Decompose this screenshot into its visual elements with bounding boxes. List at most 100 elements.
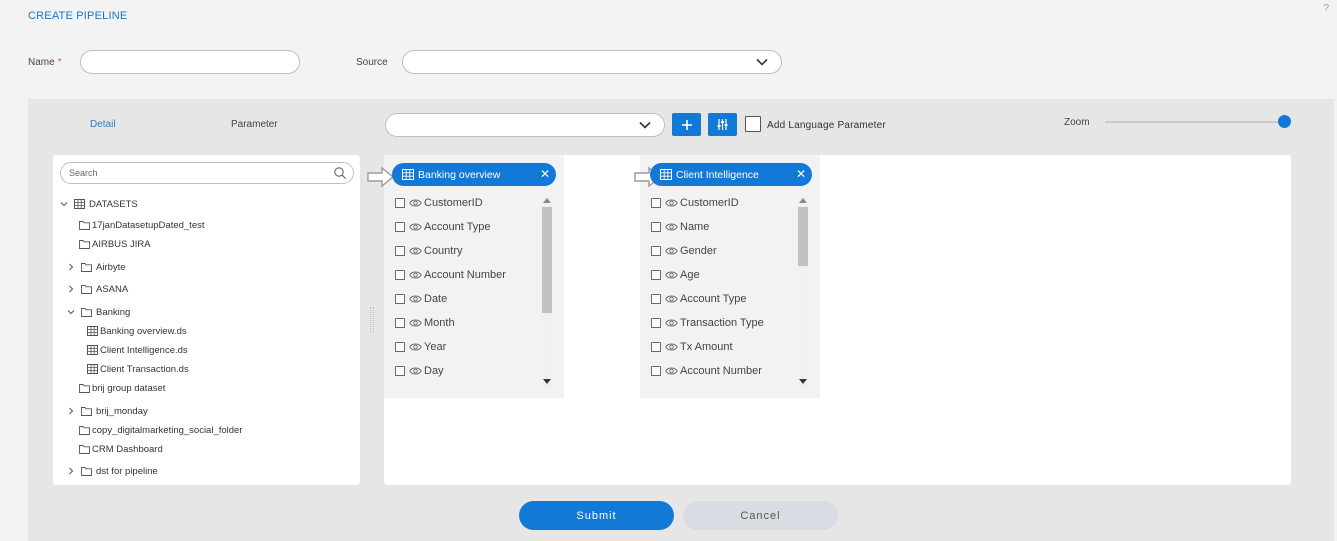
- close-icon[interactable]: ✕: [540, 167, 550, 181]
- eye-icon[interactable]: [665, 198, 678, 208]
- parameter-settings-button[interactable]: [708, 113, 737, 136]
- scroll-up-icon[interactable]: [543, 198, 551, 203]
- chevron-down-icon[interactable]: [66, 307, 76, 317]
- required-mark: *: [57, 57, 62, 68]
- field-checkbox[interactable]: [651, 318, 661, 328]
- field-checkbox[interactable]: [651, 270, 661, 280]
- search-input[interactable]: Search: [60, 162, 354, 184]
- field-checkbox[interactable]: [395, 222, 405, 232]
- field-checkbox[interactable]: [651, 366, 661, 376]
- eye-icon[interactable]: [409, 342, 422, 352]
- eye-icon[interactable]: [409, 198, 422, 208]
- field-checkbox[interactable]: [395, 246, 405, 256]
- tab-parameter[interactable]: Parameter: [231, 119, 278, 130]
- field-checkbox[interactable]: [395, 366, 405, 376]
- chevron-right-icon[interactable]: [66, 284, 76, 294]
- dataset-field[interactable]: Year: [395, 335, 540, 359]
- eye-icon[interactable]: [665, 222, 678, 232]
- eye-icon[interactable]: [409, 318, 422, 328]
- dataset-node-header[interactable]: Banking overview ✕: [392, 163, 556, 186]
- resize-handle[interactable]: [370, 307, 374, 333]
- field-checkbox[interactable]: [395, 270, 405, 280]
- close-icon[interactable]: ✕: [796, 167, 806, 181]
- eye-icon[interactable]: [665, 342, 678, 352]
- scroll-down-icon[interactable]: [543, 379, 551, 384]
- cancel-button[interactable]: Cancel: [683, 501, 838, 530]
- dataset-field[interactable]: CustomerID: [651, 191, 796, 215]
- page-title: CREATE PIPELINE: [28, 10, 128, 22]
- dataset-field[interactable]: Country: [395, 239, 540, 263]
- dataset-field[interactable]: Month: [395, 311, 540, 335]
- tree-dataset-item[interactable]: Banking overview.ds: [87, 324, 187, 338]
- add-parameter-button[interactable]: [672, 113, 701, 136]
- name-input[interactable]: [80, 50, 300, 74]
- tree-folder-item[interactable]: AIRBUS JIRA: [79, 237, 151, 251]
- eye-icon[interactable]: [409, 222, 422, 232]
- field-checkbox[interactable]: [395, 342, 405, 352]
- eye-icon[interactable]: [665, 294, 678, 304]
- dataset-field[interactable]: Account Type: [651, 287, 796, 311]
- dataset-field[interactable]: Age: [651, 263, 796, 287]
- dataset-field[interactable]: Transaction Type: [651, 311, 796, 335]
- field-checkbox[interactable]: [395, 294, 405, 304]
- dataset-field[interactable]: CustomerID: [395, 191, 540, 215]
- submit-button[interactable]: Submit: [519, 501, 674, 530]
- source-select[interactable]: [402, 50, 782, 74]
- field-label: Transaction Type: [680, 317, 764, 329]
- eye-icon[interactable]: [665, 318, 678, 328]
- field-checkbox[interactable]: [651, 198, 661, 208]
- scrollbar-thumb[interactable]: [798, 207, 808, 266]
- tree-folder-item[interactable]: Airbyte: [66, 260, 126, 274]
- tree-folder-item[interactable]: Banking: [66, 305, 130, 319]
- parameter-select[interactable]: [385, 113, 665, 137]
- chevron-right-icon[interactable]: [66, 406, 76, 416]
- tree-dataset-item[interactable]: Client Transaction.ds: [87, 362, 189, 376]
- tree-folder-item[interactable]: brij_monday: [66, 404, 148, 418]
- dataset-node-header[interactable]: Client Intelligence ✕: [650, 163, 812, 186]
- dataset-field[interactable]: Tx Amount: [651, 335, 796, 359]
- scroll-down-icon[interactable]: [799, 379, 807, 384]
- field-checkbox[interactable]: [395, 318, 405, 328]
- eye-icon[interactable]: [665, 246, 678, 256]
- eye-icon[interactable]: [409, 270, 422, 280]
- tree-folder-item[interactable]: copy_digitalmarketing_social_folder: [79, 423, 243, 437]
- tree-item-label: Airbyte: [96, 261, 126, 273]
- chevron-right-icon[interactable]: [66, 466, 76, 476]
- help-icon[interactable]: ?: [1323, 3, 1329, 14]
- tree-item-label: Client Transaction.ds: [100, 363, 189, 375]
- eye-icon[interactable]: [409, 294, 422, 304]
- field-checkbox[interactable]: [651, 294, 661, 304]
- dataset-field[interactable]: Account Number: [651, 359, 796, 383]
- scroll-up-icon[interactable]: [799, 198, 807, 203]
- zoom-slider-track[interactable]: [1105, 121, 1285, 123]
- language-parameter-checkbox[interactable]: [745, 116, 761, 132]
- tab-detail[interactable]: Detail: [90, 119, 116, 130]
- tree-folder-item[interactable]: 17janDatasetupDated_test: [79, 218, 205, 232]
- field-checkbox[interactable]: [395, 198, 405, 208]
- tree-folder-item[interactable]: brij group dataset: [79, 381, 165, 395]
- dataset-field[interactable]: Name: [651, 215, 796, 239]
- eye-icon[interactable]: [409, 246, 422, 256]
- field-checkbox[interactable]: [651, 342, 661, 352]
- field-checkbox[interactable]: [651, 222, 661, 232]
- dataset-field[interactable]: Account Type: [395, 215, 540, 239]
- dataset-field[interactable]: Gender: [651, 239, 796, 263]
- dataset-field[interactable]: Account Number: [395, 263, 540, 287]
- table-icon: [87, 364, 98, 374]
- eye-icon[interactable]: [665, 366, 678, 376]
- field-checkbox[interactable]: [651, 246, 661, 256]
- chevron-right-icon[interactable]: [66, 262, 76, 272]
- scrollbar-thumb[interactable]: [542, 207, 552, 313]
- tree-root[interactable]: DATASETS: [59, 197, 138, 211]
- chevron-down-icon: [639, 121, 651, 129]
- zoom-slider-thumb[interactable]: [1278, 115, 1291, 128]
- plus-icon: [681, 119, 692, 130]
- tree-folder-item[interactable]: CRM Dashboard: [79, 442, 163, 456]
- dataset-field[interactable]: Date: [395, 287, 540, 311]
- eye-icon[interactable]: [409, 366, 422, 376]
- tree-dataset-item[interactable]: Client Intelligence.ds: [87, 343, 188, 357]
- dataset-field[interactable]: Day: [395, 359, 540, 383]
- tree-folder-item[interactable]: dst for pipeline: [66, 464, 158, 478]
- tree-folder-item[interactable]: ASANA: [66, 282, 128, 296]
- eye-icon[interactable]: [665, 270, 678, 280]
